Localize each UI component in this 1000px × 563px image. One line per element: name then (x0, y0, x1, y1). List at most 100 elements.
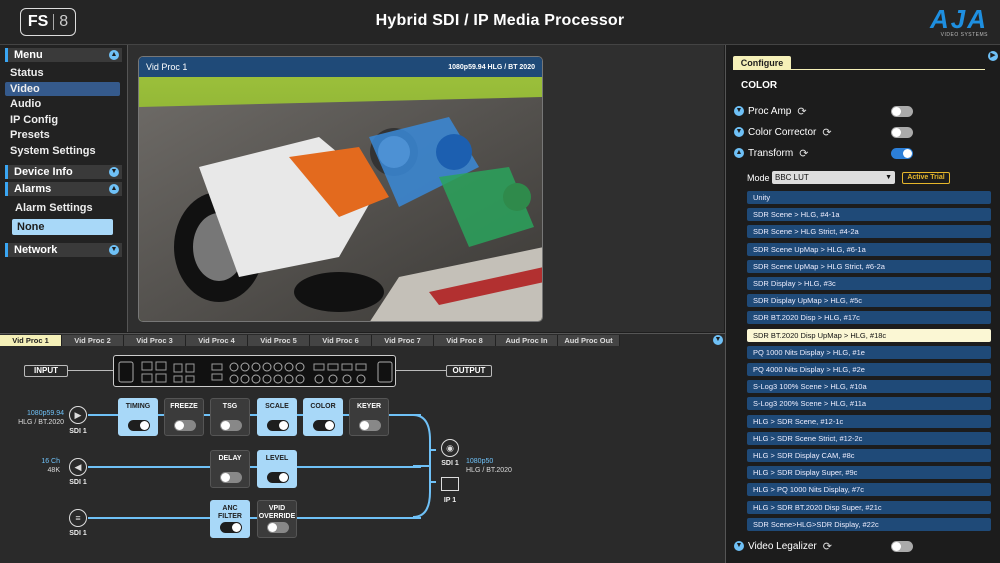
alarms-header[interactable]: Alarms ▲ (5, 182, 122, 196)
anc-data-icon[interactable]: ≡ (69, 509, 87, 527)
tab-vid-proc-3[interactable]: Vid Proc 3 (124, 335, 186, 346)
video-legalizer-toggle[interactable] (891, 541, 913, 552)
reset-icon[interactable]: ⟳ (799, 147, 808, 160)
transform-row[interactable]: ▲ Transform ⟳ (734, 146, 808, 160)
sidebar-item-status[interactable]: Status (5, 66, 120, 80)
processor-toggle[interactable] (174, 420, 196, 431)
color-corrector-toggle[interactable] (891, 127, 913, 138)
lut-item[interactable]: HLG > PQ 1000 Nits Display, #7c (747, 483, 991, 497)
video-in-format-2: HLG / BT.2020 (18, 419, 64, 426)
video-legalizer-row[interactable]: ▼ Video Legalizer ⟳ (734, 539, 832, 553)
menu-header[interactable]: Menu ▲ (5, 48, 122, 62)
lut-item[interactable]: SDR Scene > HLG, #4-1a (747, 208, 991, 222)
tab-vid-proc-2[interactable]: Vid Proc 2 (62, 335, 124, 346)
mode-value: BBC LUT (775, 173, 809, 182)
tab-vid-proc-7[interactable]: Vid Proc 7 (372, 335, 434, 346)
tab-vid-proc-4[interactable]: Vid Proc 4 (186, 335, 248, 346)
delay-processor[interactable]: DELAY (210, 450, 250, 488)
network-header[interactable]: Network ▼ (5, 243, 122, 257)
video-preview: Vid Proc 1 1080p59.94 HLG / BT 2020 (138, 56, 543, 322)
timing-processor[interactable]: TIMING (118, 398, 158, 436)
lut-item[interactable]: SDR Display > HLG, #3c (747, 277, 991, 290)
lut-item[interactable]: S-Log3 200% Scene > HLG, #11a (747, 397, 991, 411)
proc-amp-toggle[interactable] (891, 106, 913, 117)
ip-output-icon[interactable] (441, 477, 459, 491)
chevron-right-icon[interactable]: ▶ (988, 51, 998, 61)
lut-item[interactable]: SDR Scene>HLG>SDR Display, #22c (747, 517, 991, 531)
scale-processor[interactable]: SCALE (257, 398, 297, 436)
tsg-processor[interactable]: TSG (210, 398, 250, 436)
keyer-processor[interactable]: KEYER (349, 398, 389, 436)
processor-toggle[interactable] (267, 522, 289, 533)
sidebar-item-ip-config[interactable]: IP Config (5, 113, 120, 127)
tab-aud-proc-in[interactable]: Aud Proc In (496, 335, 558, 346)
sidebar-item-audio[interactable]: Audio (5, 97, 120, 111)
mode-select[interactable]: BBC LUT ▼ (772, 171, 895, 184)
processor-toggle[interactable] (128, 420, 150, 431)
lut-item[interactable]: Unity (747, 191, 991, 204)
color-processor[interactable]: COLOR (303, 398, 343, 436)
lut-item[interactable]: PQ 4000 Nits Display > HLG, #2e (747, 363, 991, 376)
processor-toggle[interactable] (267, 420, 289, 431)
lut-item[interactable]: SDR Display UpMap > HLG, #5c (747, 294, 991, 308)
speaker-icon[interactable]: ◀ (69, 458, 87, 476)
processor-toggle[interactable] (267, 472, 289, 483)
tab-configure[interactable]: Configure (733, 56, 791, 70)
lut-item[interactable]: HLG > SDR Scene Strict, #12-2c (747, 431, 991, 445)
lut-item[interactable]: SDR BT.2020 Disp > HLG, #17c (747, 311, 991, 325)
processor-toggle[interactable] (220, 420, 242, 431)
sdi-output-icon[interactable]: ◉ (441, 439, 459, 457)
sidebar-item-system-settings[interactable]: System Settings (5, 144, 120, 158)
lut-item[interactable]: S-Log3 100% Scene > HLG, #10a (747, 380, 991, 394)
chevron-down-icon[interactable]: ▼ (734, 541, 744, 551)
chevron-up-icon[interactable]: ▲ (109, 184, 119, 194)
lut-item[interactable]: PQ 1000 Nits Display > HLG, #1e (747, 345, 991, 359)
processor-toggle[interactable] (313, 420, 335, 431)
vpid-override-processor[interactable]: VPID OVERRIDE (257, 500, 297, 538)
sidebar-item-presets[interactable]: Presets (5, 128, 120, 142)
menu-label: Menu (14, 49, 43, 61)
tab-vid-proc-1[interactable]: Vid Proc 1 (0, 335, 62, 346)
anc-filter-processor[interactable]: ANC FILTER (210, 500, 250, 538)
tab-vid-proc-5[interactable]: Vid Proc 5 (248, 335, 310, 346)
device-info-header[interactable]: Device Info ▼ (5, 165, 122, 179)
active-trial-button[interactable]: Active Trial (902, 172, 950, 184)
tab-vid-proc-6[interactable]: Vid Proc 6 (310, 335, 372, 346)
video-frame-image (139, 77, 542, 321)
level-processor[interactable]: LEVEL (257, 450, 297, 488)
chevron-down-icon[interactable]: ▼ (109, 167, 119, 177)
input-connector-line (68, 370, 113, 371)
video-input-icon[interactable]: ▶ (69, 406, 87, 424)
proc-amp-row[interactable]: ▼ Proc Amp ⟳ (734, 104, 807, 118)
lut-item[interactable]: SDR Scene UpMap > HLG, #6-1a (747, 242, 991, 256)
chevron-down-icon[interactable]: ▼ (713, 335, 723, 345)
tab-aud-proc-out[interactable]: Aud Proc Out (558, 335, 620, 346)
lut-item[interactable]: HLG > SDR Display CAM, #8c (747, 449, 991, 462)
lut-item[interactable]: SDR Scene > HLG Strict, #4-2a (747, 225, 991, 239)
lut-item[interactable]: SDR BT.2020 Disp UpMap > HLG, #18c (747, 328, 991, 342)
chevron-down-icon[interactable]: ▼ (109, 245, 119, 255)
brand-name: AJA (929, 4, 988, 34)
reset-icon[interactable]: ⟳ (797, 105, 806, 118)
sidebar-item-alarm-settings[interactable]: Alarm Settings (10, 201, 125, 215)
chevron-down-icon[interactable]: ▼ (734, 106, 744, 116)
processor-toggle[interactable] (220, 522, 242, 533)
lut-item[interactable]: HLG > SDR Scene, #12-1c (747, 414, 991, 428)
processor-toggle[interactable] (359, 420, 381, 431)
chevron-up-icon[interactable]: ▲ (734, 148, 744, 158)
transform-toggle[interactable] (891, 148, 913, 159)
chevron-down-icon[interactable]: ▼ (734, 127, 744, 137)
lut-item[interactable]: HLG > SDR BT.2020 Disp Super, #21c (747, 500, 991, 514)
chevron-down-icon: ▼ (885, 174, 892, 181)
lut-item[interactable]: HLG > SDR Display Super, #9c (747, 466, 991, 480)
color-corrector-row[interactable]: ▼ Color Corrector ⟳ (734, 125, 832, 139)
processor-toggle[interactable] (220, 472, 242, 483)
lut-item[interactable]: SDR Scene UpMap > HLG Strict, #6-2a (747, 259, 991, 273)
sidebar-item-video[interactable]: Video (5, 81, 120, 96)
reset-icon[interactable]: ⟳ (823, 540, 832, 553)
freeze-processor[interactable]: FREEZE (164, 398, 204, 436)
tab-vid-proc-8[interactable]: Vid Proc 8 (434, 335, 496, 346)
processor-label: COLOR (310, 403, 336, 410)
reset-icon[interactable]: ⟳ (822, 126, 831, 139)
chevron-up-icon[interactable]: ▲ (109, 50, 119, 60)
